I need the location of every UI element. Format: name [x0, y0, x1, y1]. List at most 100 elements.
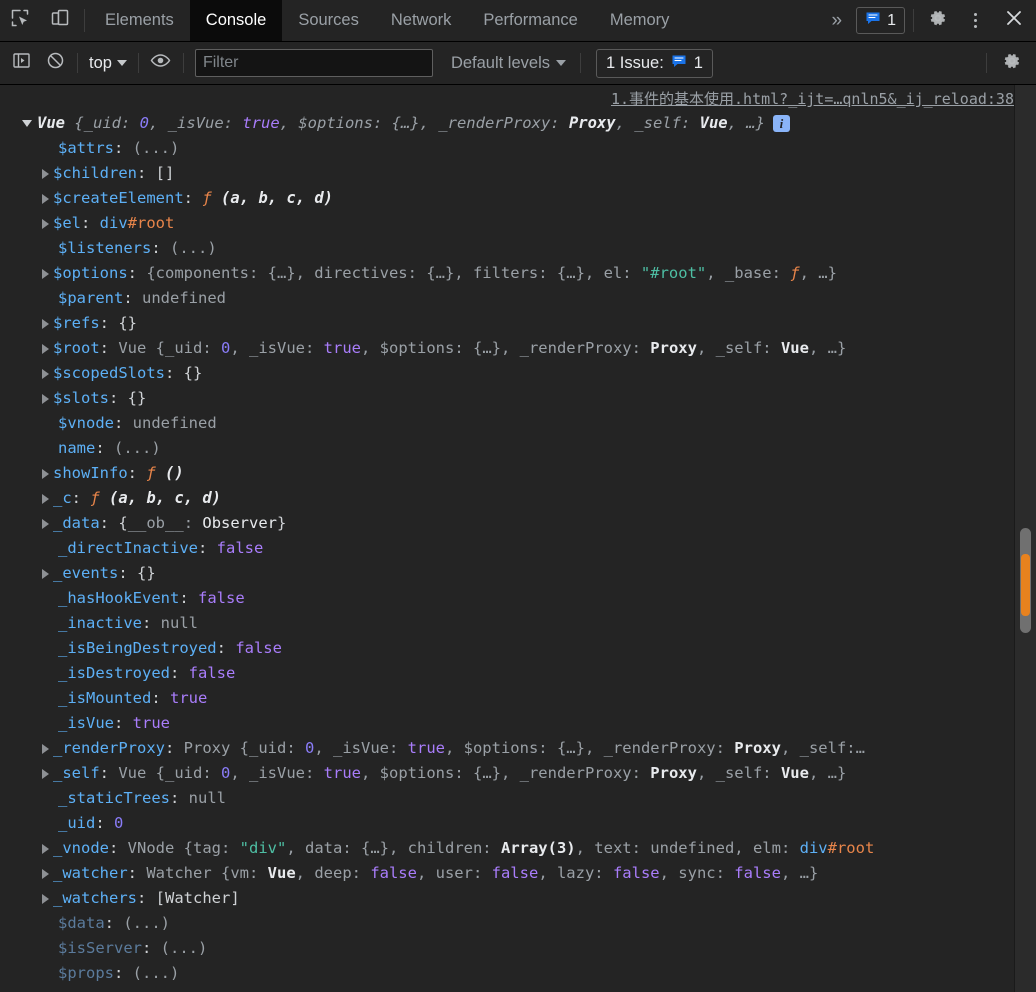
property-key[interactable]: $scopedSlots — [53, 364, 165, 382]
tab-network[interactable]: Network — [375, 0, 468, 41]
expand-triangle-closed-icon[interactable] — [42, 843, 49, 854]
property-row[interactable]: _watchers: [Watcher] — [0, 886, 1036, 911]
log-levels-selector[interactable]: Default levels — [443, 52, 574, 75]
property-row[interactable]: _watcher: Watcher {vm: Vue, deep: false,… — [0, 861, 1036, 886]
property-key[interactable]: _watchers — [53, 889, 137, 907]
property-key[interactable]: _isDestroyed — [58, 664, 170, 682]
expand-triangle-closed-icon[interactable] — [42, 218, 49, 229]
expand-triangle-closed-icon[interactable] — [42, 168, 49, 179]
object-header-row[interactable]: Vue {_uid: 0, _isVue: true, $options: {…… — [0, 111, 1036, 136]
console-settings-button[interactable] — [992, 46, 1032, 80]
property-key[interactable]: $el — [53, 214, 81, 232]
property-row[interactable]: $el: div#root — [0, 211, 1036, 236]
property-row[interactable]: _staticTrees: null — [0, 786, 1036, 811]
property-row[interactable]: _renderProxy: Proxy {_uid: 0, _isVue: tr… — [0, 736, 1036, 761]
expand-triangle-closed-icon[interactable] — [42, 893, 49, 904]
property-row[interactable]: $refs: {} — [0, 311, 1036, 336]
property-key[interactable]: $data — [58, 914, 105, 932]
property-key[interactable]: _data — [53, 514, 100, 532]
console-sidebar-toggle-button[interactable] — [4, 46, 38, 80]
property-row[interactable]: _uid: 0 — [0, 811, 1036, 836]
property-key[interactable]: $vnode — [58, 414, 114, 432]
property-key[interactable]: $attrs — [58, 139, 114, 157]
property-row[interactable]: $props: (...) — [0, 961, 1036, 986]
property-key[interactable]: $props — [58, 964, 114, 982]
property-row[interactable]: $scopedSlots: {} — [0, 361, 1036, 386]
property-key[interactable]: _staticTrees — [58, 789, 170, 807]
property-row[interactable]: _events: {} — [0, 561, 1036, 586]
issues-counter-button[interactable]: 1 — [856, 7, 905, 34]
expand-triangle-closed-icon[interactable] — [42, 568, 49, 579]
expand-triangle-closed-icon[interactable] — [42, 518, 49, 529]
property-key[interactable]: name — [58, 439, 95, 457]
console-scrollbar-track[interactable] — [1014, 85, 1036, 992]
property-key[interactable]: _events — [53, 564, 118, 582]
property-key[interactable]: _directInactive — [58, 539, 198, 557]
property-key[interactable]: _inactive — [58, 614, 142, 632]
tab-elements[interactable]: Elements — [89, 0, 190, 41]
property-key[interactable]: _c — [53, 489, 72, 507]
property-key[interactable]: $children — [53, 164, 137, 182]
property-row[interactable]: _isVue: true — [0, 711, 1036, 736]
property-row[interactable]: $vnode: undefined — [0, 411, 1036, 436]
property-row[interactable]: _isDestroyed: false — [0, 661, 1036, 686]
console-message-area[interactable]: 1.事件的基本使用.html?_ijt=…qnln5&_ij_reload:38… — [0, 85, 1036, 992]
expand-triangle-closed-icon[interactable] — [42, 343, 49, 354]
property-row[interactable]: $parent: undefined — [0, 286, 1036, 311]
live-expression-button[interactable] — [144, 46, 178, 80]
property-row[interactable]: _directInactive: false — [0, 536, 1036, 561]
property-row[interactable]: $isServer: (...) — [0, 936, 1036, 961]
property-row[interactable]: $data: (...) — [0, 911, 1036, 936]
property-key[interactable]: _vnode — [53, 839, 109, 857]
tab-console[interactable]: Console — [189, 0, 283, 41]
expand-triangle-closed-icon[interactable] — [42, 493, 49, 504]
expand-triangle-closed-icon[interactable] — [42, 193, 49, 204]
expand-triangle-closed-icon[interactable] — [42, 368, 49, 379]
execution-context-selector[interactable]: top — [83, 52, 133, 75]
property-key[interactable]: _hasHookEvent — [58, 589, 179, 607]
expand-triangle-closed-icon[interactable] — [42, 318, 49, 329]
info-badge-icon[interactable]: i — [772, 115, 790, 132]
property-key[interactable]: $listeners — [58, 239, 151, 257]
device-toolbar-button[interactable] — [40, 0, 80, 41]
property-key[interactable]: $slots — [53, 389, 109, 407]
more-tabs-button[interactable]: » — [822, 0, 853, 41]
property-row[interactable]: $options: {components: {…}, directives: … — [0, 261, 1036, 286]
clear-console-button[interactable] — [38, 46, 72, 80]
property-key[interactable]: _isVue — [58, 714, 114, 732]
expand-triangle-closed-icon[interactable] — [42, 393, 49, 404]
issues-status-badge[interactable]: 1 Issue: 1 — [596, 48, 713, 78]
property-row[interactable]: showInfo: ƒ () — [0, 461, 1036, 486]
property-row[interactable]: _self: Vue {_uid: 0, _isVue: true, $opti… — [0, 761, 1036, 786]
property-key[interactable]: _isMounted — [58, 689, 151, 707]
property-row[interactable]: name: (...) — [0, 436, 1036, 461]
inspect-element-button[interactable] — [0, 0, 40, 41]
tab-memory[interactable]: Memory — [594, 0, 686, 41]
expand-triangle-closed-icon[interactable] — [42, 468, 49, 479]
property-row[interactable]: $slots: {} — [0, 386, 1036, 411]
tab-sources[interactable]: Sources — [282, 0, 375, 41]
property-row[interactable]: _c: ƒ (a, b, c, d) — [0, 486, 1036, 511]
property-row[interactable]: _isBeingDestroyed: false — [0, 636, 1036, 661]
settings-button[interactable] — [918, 0, 958, 41]
property-row[interactable]: $root: Vue {_uid: 0, _isVue: true, $opti… — [0, 336, 1036, 361]
property-key[interactable]: $isServer — [58, 939, 142, 957]
property-key[interactable]: _watcher — [53, 864, 128, 882]
expand-triangle-closed-icon[interactable] — [42, 743, 49, 754]
property-row[interactable]: $listeners: (...) — [0, 236, 1036, 261]
property-row[interactable]: _hasHookEvent: false — [0, 586, 1036, 611]
expand-triangle-closed-icon[interactable] — [42, 268, 49, 279]
property-row[interactable]: $children: [] — [0, 161, 1036, 186]
property-key[interactable]: $parent — [58, 289, 123, 307]
property-row[interactable]: _vnode: VNode {tag: "div", data: {…}, ch… — [0, 836, 1036, 861]
property-key[interactable]: $refs — [53, 314, 100, 332]
property-key[interactable]: _isBeingDestroyed — [58, 639, 217, 657]
property-key[interactable]: _renderProxy — [53, 739, 165, 757]
property-key[interactable]: showInfo — [53, 464, 128, 482]
property-key[interactable]: _uid — [58, 814, 95, 832]
property-key[interactable]: $options — [53, 264, 128, 282]
property-key[interactable]: $createElement — [53, 189, 184, 207]
expand-triangle-open-icon[interactable] — [22, 120, 32, 127]
property-row[interactable]: $attrs: (...) — [0, 136, 1036, 161]
expand-triangle-closed-icon[interactable] — [42, 868, 49, 879]
